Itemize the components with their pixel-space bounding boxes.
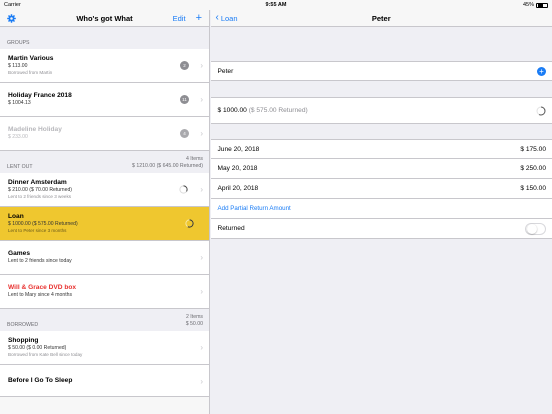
chevron-right-icon: › xyxy=(200,343,203,352)
chevron-right-icon: › xyxy=(200,185,203,194)
add-partial-return-row[interactable]: Add Partial Return Amount xyxy=(210,199,552,219)
returned-toggle[interactable] xyxy=(525,222,546,235)
return-amount: $ 150.00 xyxy=(520,185,546,192)
chevron-left-icon: ‹ xyxy=(215,12,219,23)
lent-out-section-header: LENT OUT 4 Items $ 1210.00 ($ 645.00 Ret… xyxy=(7,155,203,170)
returned-amount: ($ 575.00 Returned) xyxy=(248,107,308,114)
returned-row: Returned xyxy=(210,219,552,239)
progress-ring-icon xyxy=(185,219,194,228)
return-amount: $ 175.00 xyxy=(520,145,546,153)
lent-cell-dinner-amsterdam[interactable]: Dinner Amsterdam $ 210.00 ($ 70.00 Retur… xyxy=(0,173,209,207)
lent-cell-loan[interactable]: Loan $ 1000.00 ($ 575.00 Returned) Lent … xyxy=(0,207,209,241)
plus-icon[interactable]: + xyxy=(196,12,202,24)
battery-icon xyxy=(536,2,548,8)
borrowed-cell-shopping[interactable]: Shopping $ 50.00 ($ 0.00 Returned) Borro… xyxy=(0,331,209,365)
borrowed-cell-before-i-go-to-sleep[interactable]: Before I Go To Sleep › xyxy=(0,365,209,399)
back-button[interactable]: ‹ Loan xyxy=(216,13,238,23)
chevron-right-icon: › xyxy=(200,253,203,262)
chevron-right-icon: › xyxy=(200,61,203,70)
return-amount: $ 250.00 xyxy=(520,165,546,172)
count-badge: 4 xyxy=(180,129,189,138)
return-date: April 20, 2018 xyxy=(217,185,259,192)
person-cell[interactable]: Peter + xyxy=(210,61,552,81)
person-name: Peter xyxy=(217,67,234,75)
status-bar: Carrier 9:55 AM 45% xyxy=(0,0,552,10)
return-row[interactable]: June 20, 2018 $ 175.00 xyxy=(210,139,552,159)
master-navbar: Who's got What Edit + xyxy=(0,10,209,27)
detail-title: Peter xyxy=(371,13,391,23)
progress-ring-icon xyxy=(536,106,546,115)
borrowed-count: 2 Items xyxy=(185,313,203,320)
returned-label: Returned xyxy=(217,225,245,232)
chevron-right-icon: › xyxy=(200,129,203,138)
count-badge: 2 xyxy=(180,61,189,70)
lent-cell-will-grace[interactable]: Will & Grace DVD box Lent to Mary since … xyxy=(0,275,209,309)
lent-cell-games[interactable]: Games Lent to 2 friends since today › xyxy=(0,241,209,275)
amount-value: $ 1000.00 xyxy=(217,107,247,114)
progress-ring-icon xyxy=(179,185,188,194)
borrowed-total: $ 50.00 xyxy=(185,320,203,327)
clock: 9:55 AM xyxy=(265,2,287,8)
return-row[interactable]: May 20, 2018 $ 250.00 xyxy=(210,159,552,179)
chevron-right-icon: › xyxy=(200,377,203,386)
borrowed-section-header: BORROWED 2 Items $ 50.00 xyxy=(7,313,203,328)
group-cell-madeline-holiday[interactable]: Madeline Holiday $ 233.00 4 › xyxy=(0,117,209,151)
count-badge: 11 xyxy=(180,95,189,104)
add-contact-button[interactable]: + xyxy=(537,66,546,76)
detail-navbar: ‹ Loan Peter xyxy=(210,10,552,27)
group-cell-martin-various[interactable]: Martin Various $ 113.00 Borrowed from Ma… xyxy=(0,49,209,83)
return-row[interactable]: April 20, 2018 $ 150.00 xyxy=(210,179,552,199)
return-date: June 20, 2018 xyxy=(217,145,260,153)
lent-count: 4 Items xyxy=(185,155,203,162)
chevron-right-icon: › xyxy=(200,95,203,104)
master-pane: Who's got What Edit + GROUPS Martin Vari… xyxy=(0,10,210,414)
edit-button[interactable]: Edit xyxy=(173,14,186,23)
return-date: May 20, 2018 xyxy=(217,165,258,172)
detail-pane: ‹ Loan Peter Peter + $ 1000.00 ($ 575.00… xyxy=(210,10,552,414)
group-cell-holiday-france[interactable]: Holiday France 2018 $ 1004.13 11 › xyxy=(0,83,209,117)
bottom-toolbar xyxy=(0,396,209,414)
lent-total: $ 1210.00 ($ 645.00 Returned) xyxy=(132,162,203,169)
add-partial-return-button[interactable]: Add Partial Return Amount xyxy=(218,205,291,212)
gear-icon[interactable] xyxy=(7,13,16,23)
groups-section-header: GROUPS xyxy=(7,40,30,46)
chevron-right-icon: › xyxy=(200,287,203,296)
amount-cell[interactable]: $ 1000.00 ($ 575.00 Returned) xyxy=(210,97,552,124)
